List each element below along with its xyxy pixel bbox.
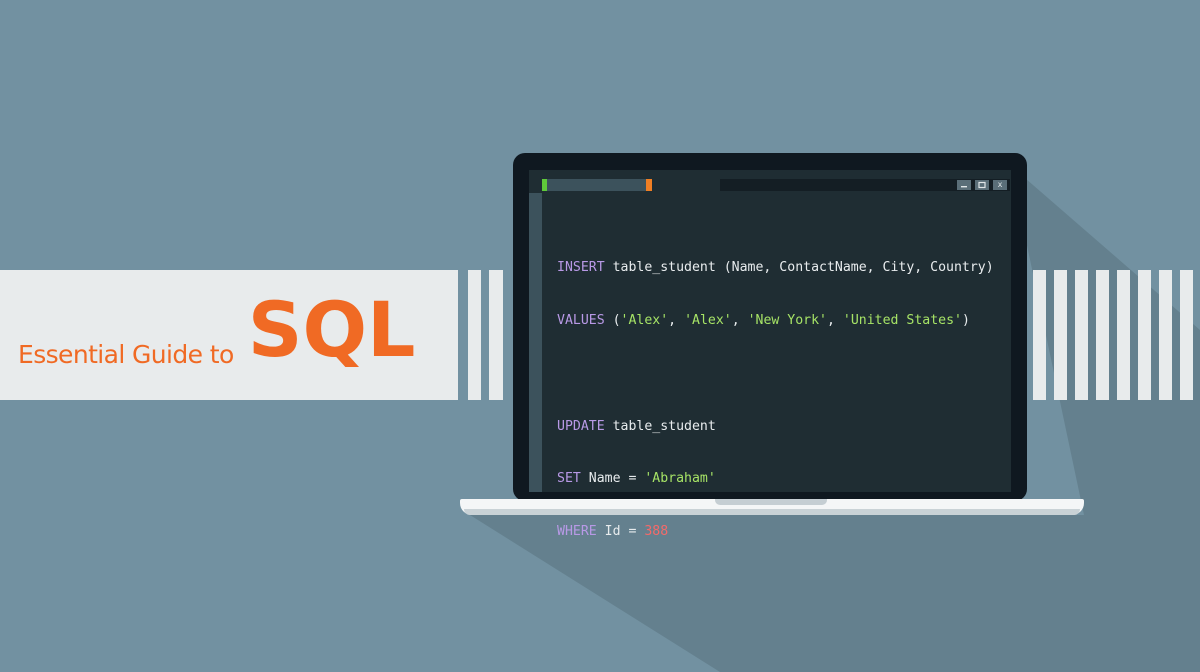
banner-stripe <box>489 270 503 400</box>
code-text: , <box>827 312 843 328</box>
banner-stripe <box>1033 270 1046 400</box>
code-keyword: WHERE <box>557 524 597 540</box>
minimize-icon <box>961 186 967 188</box>
banner-subtitle: Essential Guide to <box>18 339 234 369</box>
banner-stripe <box>1096 270 1109 400</box>
code-line: INSERT table_student (Name, ContactName,… <box>557 259 994 277</box>
code-text: Id = <box>596 524 645 540</box>
title-banner: Essential Guide to SQL <box>0 270 458 400</box>
code-keyword: INSERT <box>557 260 605 276</box>
code-text: table_student <box>604 418 716 434</box>
code-string: 'New York' <box>747 312 827 328</box>
code-line: VALUES ('Alex', 'Alex', 'New York', 'Uni… <box>557 312 994 330</box>
editor-gutter <box>529 193 542 492</box>
banner-stripe <box>1117 270 1130 400</box>
code-text: ( <box>604 312 621 328</box>
code-line: UPDATE table_student <box>557 418 994 436</box>
code-text: ) <box>961 312 970 328</box>
tab-active-indicator <box>542 179 547 191</box>
code-keyword: UPDATE <box>557 418 605 434</box>
code-line: WHERE Id = 388 <box>557 523 994 541</box>
minimize-button[interactable] <box>957 180 971 190</box>
code-line: SET Name = 'Abraham' <box>557 470 994 488</box>
banner-stripe <box>1180 270 1193 400</box>
maximize-button[interactable] <box>975 180 989 190</box>
editor-tab[interactable] <box>542 179 652 191</box>
code-text: table_student (Name, ContactName, City, … <box>604 260 994 276</box>
code-string: 'Alex' <box>620 312 669 328</box>
banner-stripe <box>1138 270 1151 400</box>
laptop-base-edge <box>464 509 1080 515</box>
hero-banner: { "banner": { "subtitle": "Essential Gui… <box>0 0 1200 672</box>
code-text: , <box>668 312 685 328</box>
tab-modified-indicator <box>646 179 652 191</box>
code-text: Name = <box>580 471 645 487</box>
code-string: 'Abraham' <box>644 471 716 487</box>
code-string: 'United States' <box>842 312 962 328</box>
code-text: , <box>731 312 748 328</box>
code-number: 388 <box>644 524 669 540</box>
code-keyword: SET <box>557 471 581 487</box>
banner-title: SQL <box>247 284 416 374</box>
code-string: 'Alex' <box>684 312 732 328</box>
banner-stripe <box>468 270 481 400</box>
laptop-hinge-notch <box>715 499 827 505</box>
banner-stripe <box>1054 270 1067 400</box>
maximize-icon <box>978 181 986 189</box>
banner-heading: Essential Guide to SQL <box>18 270 415 400</box>
banner-stripe <box>1075 270 1088 400</box>
close-button[interactable]: x <box>993 180 1007 190</box>
banner-stripe <box>1159 270 1172 400</box>
code-keyword: VALUES <box>557 312 605 328</box>
